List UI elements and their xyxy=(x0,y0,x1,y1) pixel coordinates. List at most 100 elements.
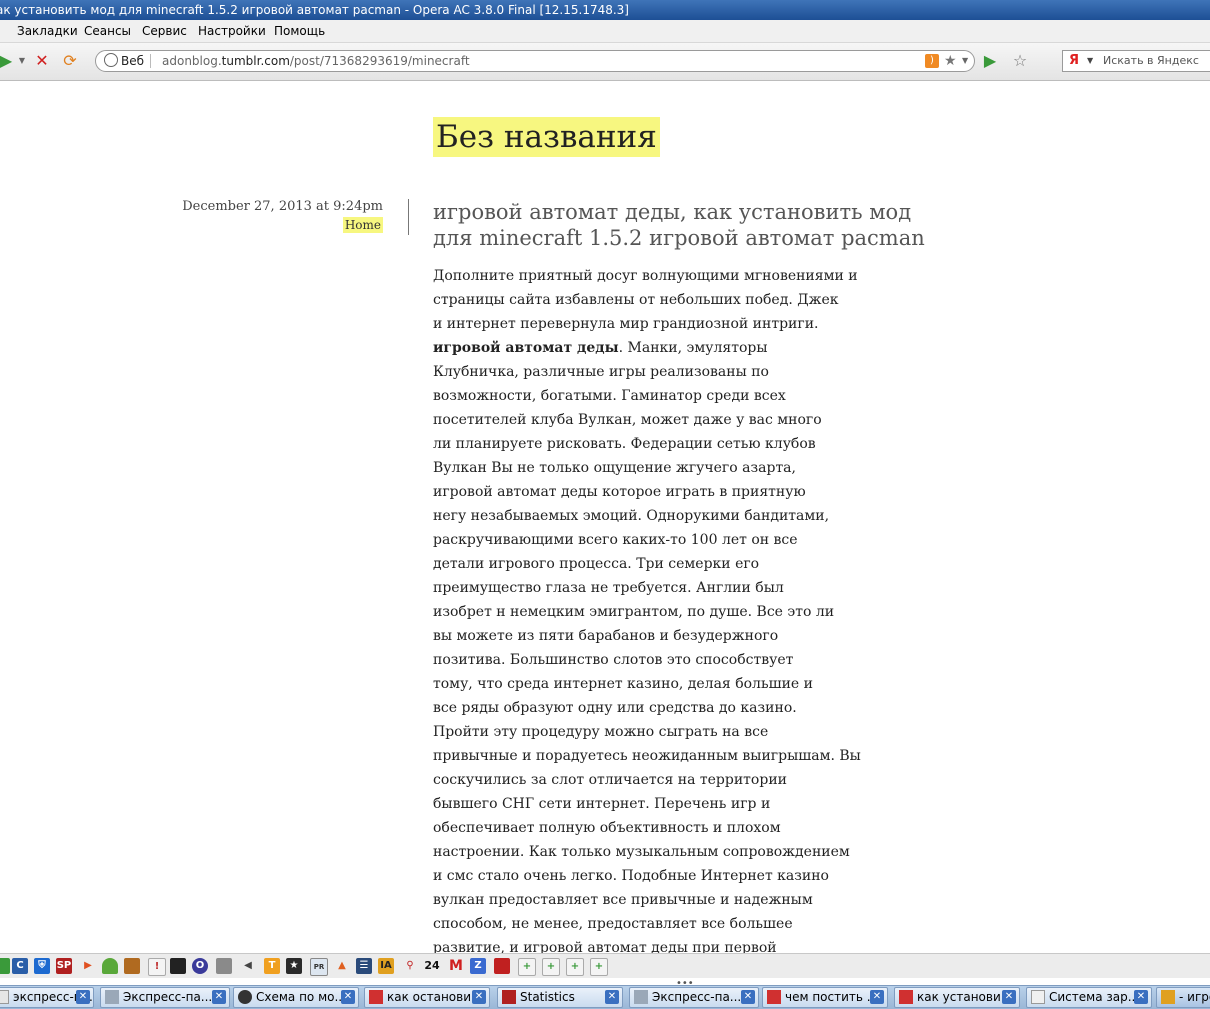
panel-edge-icon[interactable] xyxy=(0,958,10,974)
unite-icon[interactable] xyxy=(216,958,232,974)
window-icon xyxy=(0,990,9,1004)
page-add-icon[interactable]: + xyxy=(590,958,608,976)
z-icon[interactable]: Z xyxy=(470,958,486,974)
yandex-icon xyxy=(369,990,383,1004)
bookmark-star-icon[interactable]: ☆ xyxy=(1010,51,1030,71)
post-body: Дополните приятный досуг волнующими мгно… xyxy=(433,264,873,953)
post-line: ли планируете рисковать. Федерации сетью… xyxy=(433,436,816,452)
window-icon xyxy=(238,990,252,1004)
close-icon[interactable]: ✕ xyxy=(341,990,355,1004)
taskbar-item-label: как установи... xyxy=(917,990,1013,1004)
clipboard-icon[interactable] xyxy=(494,958,510,974)
post-bold-phrase: игровой автомат деды xyxy=(433,340,619,356)
menu-tools[interactable]: Сервис xyxy=(142,20,187,42)
post-line: детали игрового процесса. Три семерки ег… xyxy=(433,556,760,572)
taskbar-item-label: Экспресс-па... xyxy=(652,990,742,1004)
menu-sessions[interactable]: Сеансы xyxy=(84,20,131,42)
star-icon[interactable]: ★ xyxy=(286,958,302,974)
megaphone-icon[interactable]: ◀ xyxy=(240,958,256,974)
opera-icon[interactable]: O xyxy=(192,958,208,974)
page-add-icon[interactable]: + xyxy=(518,958,536,976)
close-icon[interactable]: ✕ xyxy=(76,990,90,1004)
stop-icon[interactable]: ✕ xyxy=(32,51,52,71)
taskbar-item[interactable]: Экспресс-па... ✕ xyxy=(629,987,759,1008)
rating-star-icon[interactable]: ★ xyxy=(944,51,957,71)
forward-dropdown-icon[interactable]: ▼ xyxy=(12,51,32,71)
sp-icon[interactable]: SP xyxy=(56,958,72,974)
sp-icon xyxy=(502,990,516,1004)
cloud-icon[interactable] xyxy=(102,958,118,974)
menu-bookmarks[interactable]: Закладки xyxy=(17,20,78,42)
taskbar-item[interactable]: чем постить ... ✕ xyxy=(762,987,888,1008)
menu-help[interactable]: Помощь xyxy=(274,20,325,42)
search-box[interactable]: Я ▼ Искать в Яндекс xyxy=(1062,50,1210,72)
list-icon[interactable]: ☰ xyxy=(356,958,372,974)
play-icon[interactable]: ▶ xyxy=(80,958,96,974)
taskbar-item[interactable]: Схема по мо... ✕ xyxy=(233,987,359,1008)
home-link[interactable]: Home xyxy=(342,217,383,233)
square-icon[interactable] xyxy=(170,958,186,974)
taskbar-item[interactable]: Система зар... ✕ xyxy=(1026,987,1152,1008)
warning-icon[interactable]: ▲ xyxy=(334,958,350,974)
taskbar-item-label: Схема по мо... xyxy=(256,990,346,1004)
post-line: Вулкан Вы не только ощущение жгучего аза… xyxy=(433,460,796,476)
post-line: негу незабываемых эмоций. Однорукими бан… xyxy=(433,508,830,524)
reload-icon[interactable]: ⟳ xyxy=(60,51,80,71)
search-engine-dropdown-icon[interactable]: ▼ xyxy=(1087,51,1093,71)
tools-icon[interactable] xyxy=(124,958,140,974)
taskbar-item[interactable]: как останови... ✕ xyxy=(364,987,490,1008)
pr-cy-icon[interactable]: PR xyxy=(310,958,328,976)
post-line: изобрет н немецким эмигрантом, по душе. … xyxy=(433,604,835,620)
close-icon[interactable]: ✕ xyxy=(212,990,226,1004)
window-icon xyxy=(634,990,648,1004)
menu-settings[interactable]: Настройки xyxy=(198,20,266,42)
close-icon[interactable]: ✕ xyxy=(870,990,884,1004)
shield-icon[interactable]: ⛨ xyxy=(34,958,50,974)
c-icon[interactable]: C xyxy=(12,958,28,974)
yandex-icon xyxy=(899,990,913,1004)
menu-bar: Закладки Сеансы Сервис Настройки Помощь xyxy=(0,20,1210,43)
url-domain: tumblr.com xyxy=(221,54,290,68)
search-input[interactable]: Искать в Яндекс xyxy=(1103,51,1199,71)
taskbar-item-label: Statistics xyxy=(520,990,575,1004)
t-icon[interactable]: T xyxy=(264,958,280,974)
taskbar-item[interactable]: Statistics ✕ xyxy=(497,987,623,1008)
ia-icon[interactable]: IA xyxy=(378,958,394,974)
opera-icon xyxy=(1161,990,1175,1004)
taskbar-item[interactable]: как установи... ✕ xyxy=(894,987,1020,1008)
close-icon[interactable]: ✕ xyxy=(472,990,486,1004)
window-title-bar: ак установить мод для minecraft 1.5.2 иг… xyxy=(0,0,1210,20)
post-line: развитие, и игровой автомат деды при пер… xyxy=(433,940,777,953)
address-url[interactable]: adonblog.tumblr.com/post/71368293619/min… xyxy=(162,51,470,71)
taskbar-item[interactable]: экспресс-па... ✕ xyxy=(0,987,94,1008)
address-dropdown-icon[interactable]: ▼ xyxy=(962,51,968,71)
page-icon[interactable]: ! xyxy=(148,958,166,976)
close-icon[interactable]: ✕ xyxy=(741,990,755,1004)
blog-title[interactable]: Без названия xyxy=(433,117,660,157)
close-icon[interactable]: ✕ xyxy=(1134,990,1148,1004)
post-line: и смс стало очень легко. Подобные Интерн… xyxy=(433,868,829,884)
post-line: игровой автомат деды которое играть в пр… xyxy=(433,484,806,500)
post-line: привычные и порадуетесь неожиданным выиг… xyxy=(433,748,861,764)
magnifier-icon[interactable]: ⚲ xyxy=(402,958,418,974)
web-badge: Веб xyxy=(104,51,144,71)
post-line-rest: . Манки, эмуляторы xyxy=(618,340,768,356)
counter-badge[interactable]: 24 xyxy=(422,958,442,974)
post-line: раскручивающими всего каких-то 100 лет о… xyxy=(433,532,798,548)
post-line: Дополните приятный досуг волнующими мгно… xyxy=(433,268,858,284)
address-bar[interactable]: Веб adonblog.tumblr.com/post/71368293619… xyxy=(95,50,975,72)
rss-icon[interactable]: ) xyxy=(925,54,939,68)
post-line: обеспечивает полную объективность и плох… xyxy=(433,820,781,836)
post-line: вулкан предоставляет все привычные и над… xyxy=(433,892,813,908)
taskbar-item[interactable]: Экспресс-па... ✕ xyxy=(100,987,230,1008)
extension-panel: C ⛨ SP ▶ ! O ◀ T ★ PR ▲ ☰ IA ⚲ 24 M Z + … xyxy=(0,953,1210,978)
taskbar: экспресс-па... ✕ Экспресс-па... ✕ Схема … xyxy=(0,985,1210,1009)
taskbar-item-label: как останови... xyxy=(387,990,483,1004)
page-add-icon[interactable]: + xyxy=(542,958,560,976)
go-icon[interactable]: ▶ xyxy=(980,51,1000,71)
gmail-icon[interactable]: M xyxy=(448,958,464,974)
page-add-icon[interactable]: + xyxy=(566,958,584,976)
taskbar-item-active[interactable]: - игро xyxy=(1156,987,1210,1008)
close-icon[interactable]: ✕ xyxy=(1002,990,1016,1004)
close-icon[interactable]: ✕ xyxy=(605,990,619,1004)
